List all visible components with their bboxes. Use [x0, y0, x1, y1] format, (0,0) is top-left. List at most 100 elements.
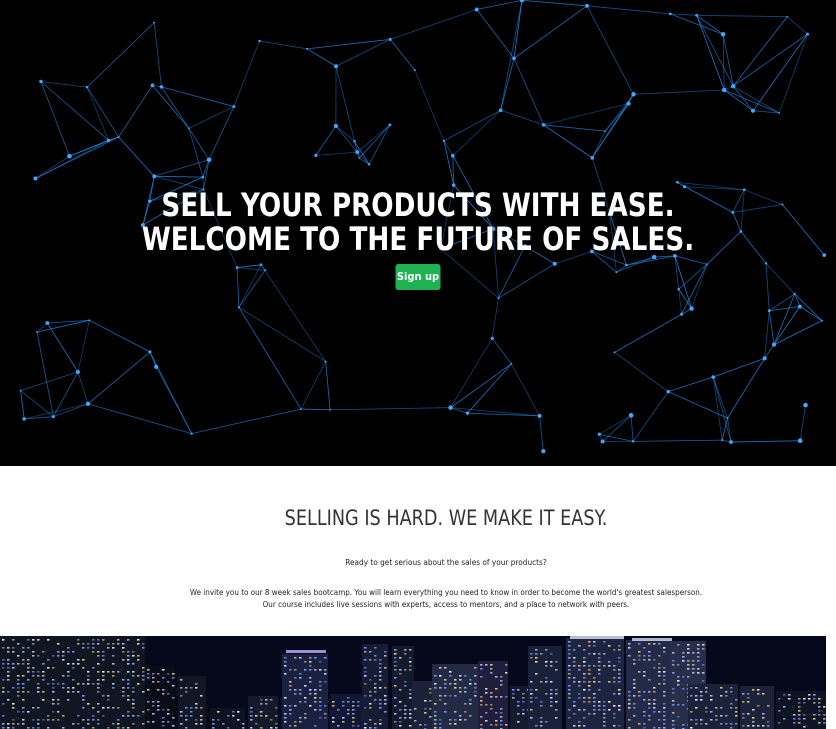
building-window	[364, 727, 367, 729]
building-window	[434, 683, 437, 685]
building-window	[364, 675, 367, 677]
building-window	[324, 713, 327, 715]
network-line	[188, 106, 235, 129]
building-window	[289, 685, 292, 687]
building-window	[583, 717, 586, 719]
building-window	[309, 705, 312, 707]
building-window	[409, 649, 412, 651]
building-window	[284, 717, 287, 719]
building-window	[700, 691, 703, 693]
network-line	[154, 175, 203, 178]
network-line	[86, 22, 155, 88]
building-window	[232, 715, 235, 717]
network-line	[233, 40, 260, 107]
building-window	[37, 707, 40, 709]
building-window	[603, 721, 606, 723]
building-window	[37, 727, 40, 729]
network-line	[727, 358, 765, 419]
building-window	[122, 691, 125, 693]
network-node	[731, 83, 736, 89]
building-window	[384, 655, 387, 657]
signup-button[interactable]: Sign up	[395, 264, 441, 290]
network-line	[188, 128, 210, 160]
network-line	[390, 9, 477, 40]
building-window	[167, 709, 170, 711]
building-window	[490, 724, 493, 726]
building-window	[752, 689, 755, 691]
building-window	[439, 667, 442, 669]
building-window	[275, 723, 278, 725]
network-line	[539, 415, 544, 452]
building-window	[399, 709, 402, 711]
building-window	[778, 698, 781, 700]
building-window	[384, 667, 387, 669]
building-window	[653, 687, 656, 689]
building-window	[618, 725, 621, 727]
building-window	[162, 709, 165, 711]
building-window	[379, 671, 382, 673]
building-window	[57, 643, 60, 645]
building-window	[658, 655, 661, 657]
building-window	[588, 665, 591, 667]
network-node	[314, 153, 318, 158]
building-window	[212, 723, 215, 725]
network-line	[730, 440, 801, 443]
building-window	[17, 655, 20, 657]
building-window	[672, 724, 675, 726]
building-window	[142, 667, 145, 669]
building-window	[449, 695, 452, 697]
building-window	[702, 672, 705, 674]
hero-section: SELL YOUR PRODUCTS WITH EASE. WELCOME TO…	[0, 0, 836, 466]
building-window	[648, 691, 651, 693]
building-window	[352, 709, 355, 711]
building-window	[583, 701, 586, 703]
building-window	[692, 652, 695, 654]
building-window	[643, 715, 646, 717]
building-window	[798, 718, 801, 720]
network-line	[153, 22, 162, 87]
network-node	[206, 157, 212, 163]
building-window	[583, 673, 586, 675]
building-window	[112, 671, 115, 673]
building-window	[47, 683, 50, 685]
building-window	[588, 645, 591, 647]
building-window	[7, 647, 10, 649]
building-window	[540, 681, 543, 683]
building-window	[180, 695, 183, 697]
network-node	[232, 105, 236, 109]
building-window	[2, 639, 5, 641]
building-window	[752, 721, 755, 723]
building-window	[439, 687, 442, 689]
network-line	[335, 39, 391, 67]
network-node	[85, 401, 91, 407]
building-window	[720, 707, 723, 709]
network-line	[53, 403, 89, 418]
building-window	[250, 719, 253, 721]
building-window	[434, 719, 437, 721]
building-window	[434, 723, 437, 725]
building-window	[319, 717, 322, 719]
building-window	[608, 709, 611, 711]
building-window	[379, 667, 382, 669]
building-window	[57, 651, 60, 653]
building-window	[573, 661, 576, 663]
building-window	[22, 719, 25, 721]
building-window	[638, 655, 641, 657]
building-window	[725, 715, 728, 717]
building-window	[284, 661, 287, 663]
building-window	[57, 703, 60, 705]
building-window	[672, 664, 675, 666]
building-window	[27, 727, 30, 729]
building-window	[658, 727, 661, 729]
network-line	[510, 363, 540, 417]
building-window	[314, 725, 317, 727]
building-window	[757, 693, 760, 695]
building-window	[485, 664, 488, 666]
building-window	[384, 687, 387, 689]
network-node	[537, 413, 542, 418]
building-window	[122, 651, 125, 653]
building-window	[352, 725, 355, 727]
building-window	[583, 649, 586, 651]
building-window	[102, 707, 105, 709]
building-window	[102, 639, 105, 641]
